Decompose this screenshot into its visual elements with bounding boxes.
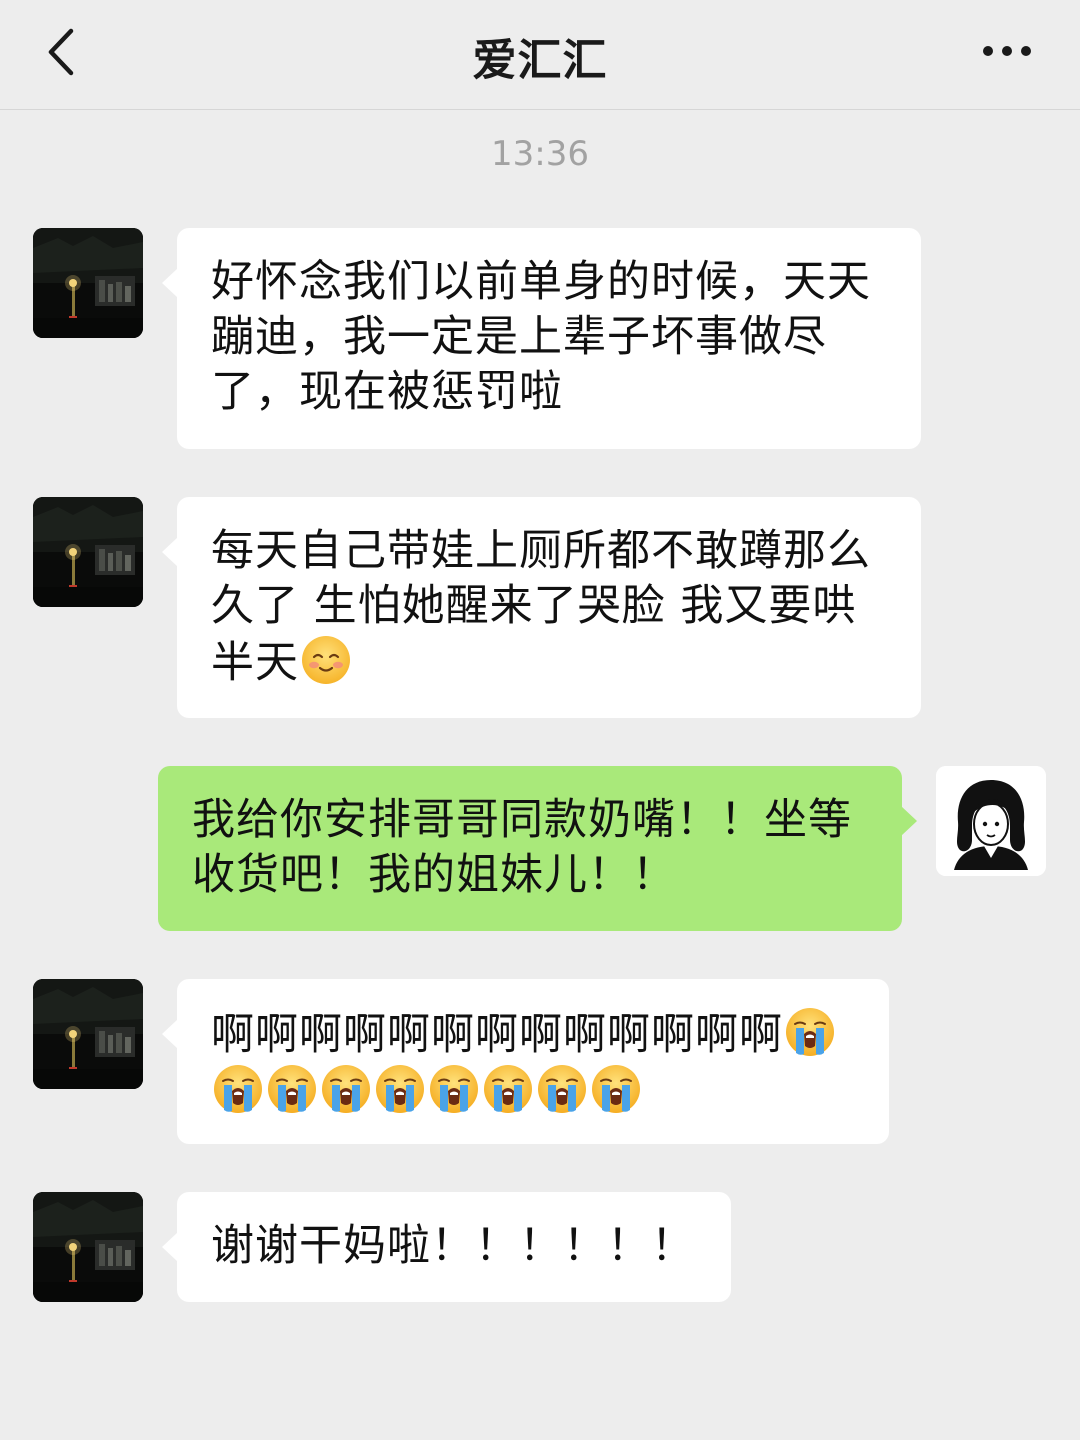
loudly-crying-emoji: [266, 1063, 318, 1115]
contact-avatar[interactable]: [33, 497, 143, 607]
contact-avatar[interactable]: [33, 979, 143, 1089]
message-text: 谢谢干妈啦！！！！！！: [211, 1221, 695, 1271]
night-photo-icon: [33, 228, 143, 338]
message-bubble[interactable]: 每天自己带娃上厕所都不敢蹲那么久了 生怕她醒来了哭脸 我又要哄半天: [162, 497, 921, 718]
message-text: 好怀念我们以前单身的时候，天天蹦迪，我一定是上辈子坏事做尽了，现在被惩罚啦: [211, 257, 871, 417]
loudly-crying-emoji: [212, 1063, 264, 1115]
more-dots-icon: [983, 46, 1031, 56]
loudly-crying-emoji: [374, 1063, 426, 1115]
loudly-crying-emoji: [590, 1063, 642, 1115]
loudly-crying-emoji: [536, 1063, 588, 1115]
loudly-crying-emoji: [482, 1063, 534, 1115]
chat-header: 爱汇汇: [0, 0, 1080, 110]
chat-window: 爱汇汇 13:36 好怀念我们以前单身的时候，天天蹦迪，我一定是上辈子坏事做尽了…: [0, 0, 1080, 1440]
night-photo-icon: [33, 497, 143, 607]
my-avatar[interactable]: [936, 766, 1046, 876]
contact-avatar[interactable]: [33, 228, 143, 338]
message-bubble[interactable]: 我给你安排哥哥同款奶嘴！！坐等收货吧！我的姐妹儿！！: [158, 766, 917, 931]
message-bubble[interactable]: 啊啊啊啊啊啊啊啊啊啊啊啊啊: [162, 979, 889, 1144]
night-photo-icon: [33, 979, 143, 1089]
chat-title: 爱汇汇: [472, 35, 608, 86]
message-timestamp: 13:36: [491, 134, 589, 174]
loudly-crying-emoji: [320, 1063, 372, 1115]
girl-avatar-icon: [936, 766, 1046, 876]
message-text: 我给你安排哥哥同款奶嘴！！坐等收货吧！我的姐妹儿！！: [192, 795, 852, 900]
loudly-crying-emoji: [784, 1006, 836, 1058]
shy-smile-emoji: [300, 634, 352, 686]
loudly-crying-emoji: [428, 1063, 480, 1115]
message-text: 啊啊啊啊啊啊啊啊啊啊啊啊啊: [211, 1010, 783, 1060]
more-button[interactable]: [972, 26, 1042, 76]
night-photo-icon: [33, 1192, 143, 1302]
message-bubble[interactable]: 好怀念我们以前单身的时候，天天蹦迪，我一定是上辈子坏事做尽了，现在被惩罚啦: [162, 228, 921, 449]
contact-avatar[interactable]: [33, 1192, 143, 1302]
message-bubble[interactable]: 谢谢干妈啦！！！！！！: [162, 1192, 731, 1302]
